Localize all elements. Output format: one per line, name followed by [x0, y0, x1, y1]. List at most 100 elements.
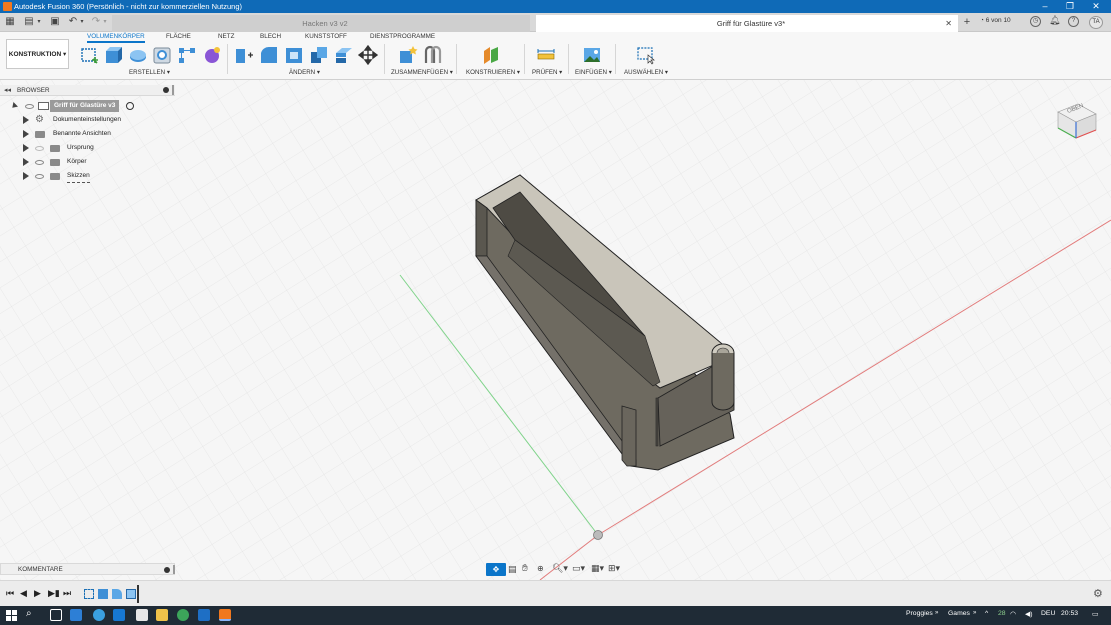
visibility-eye-icon[interactable] — [35, 146, 44, 151]
step-back-icon[interactable]: ◀ — [20, 588, 27, 599]
file-menu-chevron-icon[interactable]: ▾ — [33, 16, 45, 28]
comments-panel-header[interactable]: KOMMENTARE — [0, 563, 175, 575]
tab-kunststoff[interactable]: KUNSTSTOFF — [305, 33, 347, 40]
tab-volumenkoerper[interactable]: VOLUMENKÖRPER — [87, 33, 145, 43]
speaker-icon[interactable]: ◀) — [1025, 610, 1033, 618]
fillet-button[interactable] — [259, 45, 279, 65]
add-comment-icon[interactable] — [164, 567, 170, 573]
user-avatar[interactable]: TA — [1089, 16, 1103, 29]
joint-button[interactable] — [423, 45, 443, 65]
expand-toggle-icon[interactable] — [23, 172, 29, 180]
expand-toggle-icon[interactable] — [10, 102, 18, 110]
minimize-button[interactable]: – — [1038, 1, 1052, 12]
viewports-icon[interactable]: ⊞▾ — [608, 563, 620, 574]
display-settings-icon[interactable]: ▭▾ — [572, 563, 585, 574]
tab-netz[interactable]: NETZ — [218, 33, 234, 40]
expand-toggle-icon[interactable] — [23, 144, 29, 152]
fusion-taskbar-icon[interactable] — [219, 609, 231, 621]
mail-app-icon[interactable] — [113, 609, 125, 621]
notification-bell-icon[interactable]: 🔔︎ — [1049, 16, 1060, 27]
timeline-fillet-icon[interactable] — [112, 589, 122, 599]
timeline-sketch-icon[interactable] — [84, 589, 94, 599]
visibility-eye-icon[interactable] — [25, 104, 34, 109]
redo-chevron-icon[interactable]: ▾ — [99, 16, 111, 28]
expand-toggle-icon[interactable] — [23, 116, 29, 124]
root-component-label[interactable]: Griff für Glastüre v3 — [50, 100, 120, 112]
panel-grip-icon[interactable] — [172, 85, 174, 95]
app-c-icon[interactable] — [198, 609, 210, 621]
panel-grip-icon[interactable] — [173, 565, 175, 574]
file-explorer-icon[interactable] — [156, 609, 168, 621]
windows-start-icon[interactable] — [6, 610, 17, 621]
look-at-icon[interactable]: ▤ — [508, 564, 517, 575]
group-aendern[interactable]: ÄNDERN ▾ — [289, 69, 320, 76]
online-status-icon[interactable]: ◷ — [1030, 16, 1041, 27]
clock[interactable]: 20:53 — [1061, 610, 1078, 617]
tab-flaeche[interactable]: FLÄCHE — [166, 33, 191, 40]
offset-face-button[interactable] — [334, 45, 354, 65]
search-icon[interactable]: ⌕ — [26, 608, 32, 619]
group-zusammenfuegen[interactable]: ZUSAMMENFÜGEN ▾ — [391, 69, 453, 76]
create-sketch-button[interactable] — [79, 45, 99, 65]
press-pull-button[interactable] — [234, 45, 254, 65]
timeline-settings-gear-icon[interactable]: ⚙ — [1093, 587, 1103, 600]
browser-panel-header[interactable]: ◂◂ BROWSER — [0, 85, 175, 96]
save-icon[interactable]: ▣ — [49, 16, 61, 28]
panel-options-icon[interactable] — [163, 87, 169, 93]
revolve-button[interactable] — [128, 45, 148, 65]
tray-folder-proggies[interactable]: Proggies — [906, 610, 933, 617]
group-pruefen[interactable]: PRÜFEN ▾ — [532, 69, 562, 76]
zoom-icon[interactable]: ⊕ — [537, 564, 544, 573]
language-indicator[interactable]: DEU — [1041, 610, 1055, 617]
undo-chevron-icon[interactable]: ▾ — [76, 16, 88, 28]
calculator-icon[interactable] — [136, 609, 148, 621]
app-grid-icon[interactable]: ▦ — [4, 16, 16, 28]
store-app-icon[interactable] — [70, 609, 82, 621]
insert-image-button[interactable] — [582, 45, 602, 65]
tab-close-icon[interactable]: ✕ — [945, 15, 952, 32]
notification-center-icon[interactable]: ▭ — [1092, 610, 1098, 618]
tray-folder-games[interactable]: Games — [948, 610, 970, 617]
collapse-panel-icon[interactable]: ◂◂ — [4, 86, 11, 94]
go-to-end-icon[interactable]: ⏭ — [63, 588, 71, 599]
hole-button[interactable] — [152, 45, 172, 65]
group-einfuegen[interactable]: EINFÜGEN ▾ — [575, 69, 612, 76]
tree-root[interactable]: Griff für Glastüre v3 — [0, 100, 175, 112]
grid-settings-icon[interactable]: ▦▾ — [591, 563, 604, 574]
play-icon[interactable]: ▶ — [34, 588, 41, 599]
timeline-shell-icon[interactable] — [126, 589, 136, 599]
tab-dienstprogramme[interactable]: DIENSTPROGRAMME — [370, 33, 435, 40]
expand-toggle-icon[interactable] — [23, 158, 29, 166]
visibility-eye-icon[interactable] — [35, 174, 44, 179]
combine-button[interactable] — [309, 45, 329, 65]
tab-hacken[interactable]: Hacken v3 v2 — [112, 15, 530, 32]
create-form-button[interactable] — [202, 45, 222, 65]
maximize-button[interactable]: ❐ — [1063, 1, 1077, 12]
shell-button[interactable] — [284, 45, 304, 65]
edge-browser-icon[interactable] — [93, 609, 105, 621]
tray-overflow-icon[interactable]: ^ — [985, 610, 988, 617]
group-erstellen[interactable]: ERSTELLEN ▾ — [129, 69, 170, 76]
select-button[interactable] — [636, 45, 656, 65]
tree-item[interactable]: Benannte Ansichten — [0, 128, 175, 140]
orbit-icon[interactable]: ✥ — [486, 563, 506, 576]
new-component-button[interactable] — [398, 45, 418, 65]
new-tab-icon[interactable]: + — [961, 16, 973, 28]
task-view-icon[interactable] — [50, 609, 62, 621]
tree-item[interactable]: Ursprung — [0, 142, 175, 154]
tray-chevron-icon[interactable]: » — [973, 610, 976, 616]
pattern-button[interactable] — [177, 45, 197, 65]
help-icon[interactable]: ? — [1068, 16, 1079, 27]
group-auswaehlen[interactable]: AUSWÄHLEN ▾ — [624, 69, 668, 76]
3d-viewport[interactable] — [0, 80, 1111, 580]
fit-zoom-icon[interactable]: 🔍︎▾ — [552, 563, 568, 574]
visibility-eye-icon[interactable] — [35, 160, 44, 165]
tree-item[interactable]: ⚙ Dokumenteinstellungen — [0, 114, 175, 126]
move-copy-button[interactable] — [357, 44, 379, 66]
step-forward-icon[interactable]: ▶▮ — [48, 588, 60, 599]
wifi-icon[interactable]: ◠ — [1010, 610, 1016, 618]
go-to-start-icon[interactable]: ⏮ — [6, 588, 14, 599]
tab-griff[interactable]: Griff für Glastüre v3* ✕ — [536, 15, 958, 32]
offset-plane-button[interactable] — [481, 45, 501, 65]
tree-item[interactable]: Körper — [0, 156, 175, 168]
